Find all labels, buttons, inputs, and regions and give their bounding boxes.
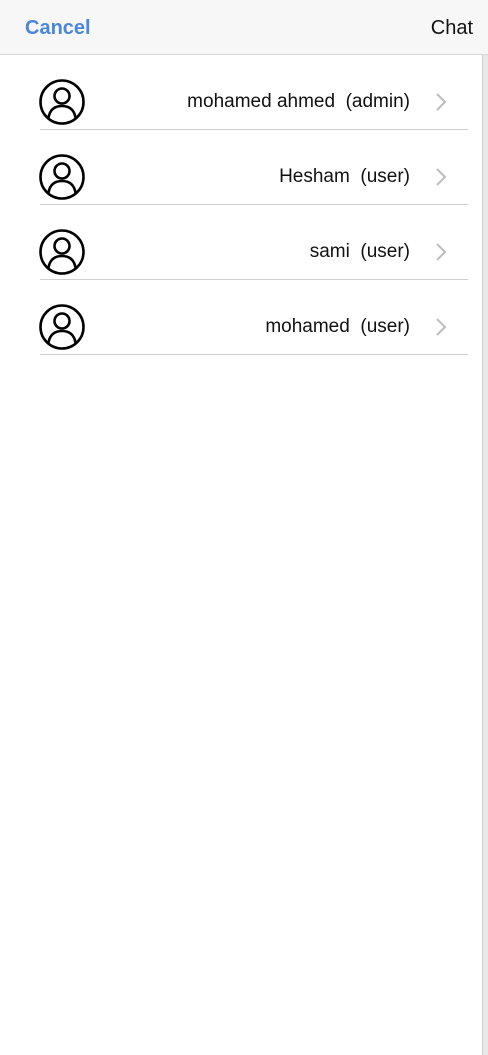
member-name-label: sami (user) [309, 241, 410, 262]
cancel-button[interactable]: Cancel [25, 15, 91, 41]
list-item[interactable]: sami (user) [0, 205, 482, 280]
user-circle-icon [39, 79, 85, 125]
member-list: mohamed ahmed (admin) Hesham (user) sami… [0, 55, 482, 355]
list-item[interactable]: Hesham (user) [0, 130, 482, 205]
user-circle-icon [39, 154, 85, 200]
chevron-right-icon [434, 242, 448, 262]
scrollbar-track[interactable] [482, 55, 488, 1055]
chevron-right-icon [434, 167, 448, 187]
user-circle-icon [39, 229, 85, 275]
member-name-label: mohamed ahmed (admin) [187, 91, 410, 112]
chevron-right-icon [434, 92, 448, 112]
chevron-right-icon [434, 317, 448, 337]
user-circle-icon [39, 304, 85, 350]
page-title: Chat [430, 17, 473, 39]
chat-members-screen: Cancel Chat mohamed ahmed (admin) Hesham… [0, 0, 488, 1055]
row-divider [40, 354, 468, 355]
list-item[interactable]: mohamed ahmed (admin) [0, 55, 482, 130]
member-name-label: Hesham (user) [279, 166, 410, 187]
top-bar: Cancel Chat [0, 0, 488, 55]
list-item[interactable]: mohamed (user) [0, 280, 482, 355]
member-name-label: mohamed (user) [265, 316, 410, 337]
